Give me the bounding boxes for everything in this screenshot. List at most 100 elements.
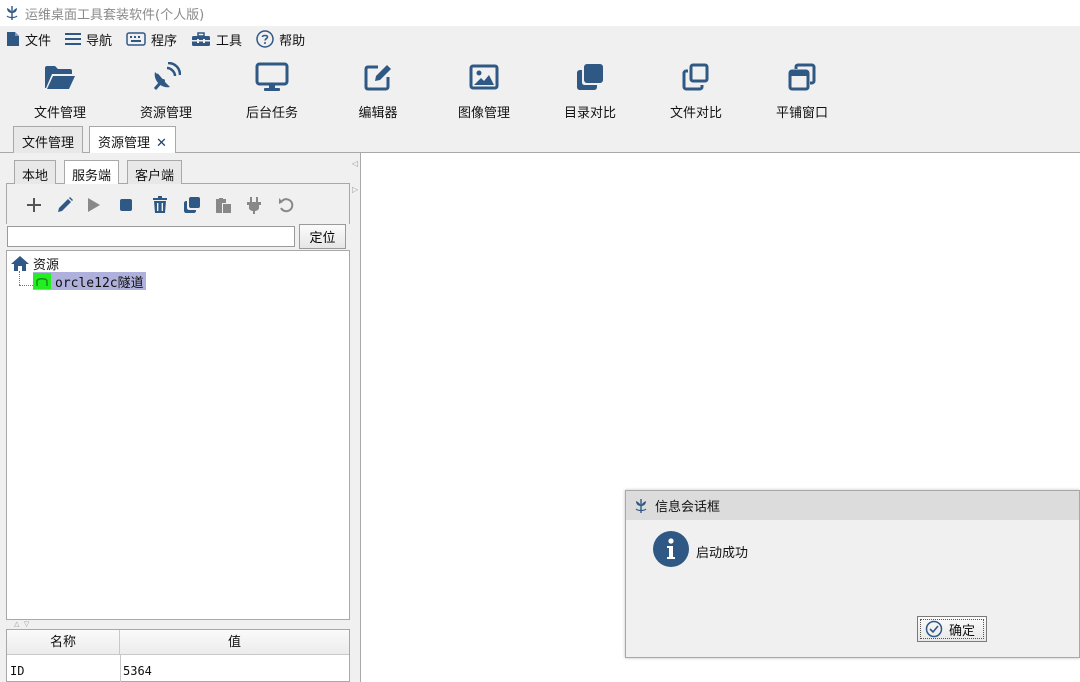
copy-icon	[184, 197, 200, 213]
menu-tools-label: 工具	[216, 33, 243, 49]
close-tab-icon[interactable]: ✕	[156, 136, 167, 151]
window-restore-icon	[788, 63, 816, 91]
property-name: ID	[10, 664, 25, 678]
toolbar-file-manager-label: 文件管理	[33, 106, 86, 121]
main-toolbar: 文件管理 资源管理 后台任务 编辑器 图像管理 目录对比 文件对比 平铺窗口	[0, 52, 1080, 124]
dialog-ok-label: 确定	[949, 623, 976, 639]
copy-button[interactable]	[181, 194, 203, 216]
window-title: 运维桌面工具套装软件(个人版)	[25, 7, 205, 23]
toolbar-resource-manager-label: 资源管理	[139, 106, 192, 121]
tab-resource-manager-label: 资源管理	[98, 136, 151, 151]
menu-program-label: 程序	[151, 33, 178, 49]
edit-icon	[58, 197, 73, 212]
dialog-message: 启动成功	[696, 546, 749, 561]
toolbar-file-compare-label: 文件对比	[669, 106, 722, 121]
help-icon	[256, 30, 274, 48]
search-row: 定位	[6, 224, 350, 250]
menu-navigate[interactable]: 导航	[65, 30, 112, 49]
resource-search-input[interactable]	[7, 226, 295, 247]
connect-button[interactable]	[243, 194, 265, 216]
tab-server[interactable]: 服务端	[64, 160, 120, 185]
start-button[interactable]	[83, 194, 105, 216]
toolbar-image-manager-button[interactable]: 图像管理	[439, 60, 529, 121]
add-icon	[27, 198, 41, 212]
check-circle-icon	[925, 620, 943, 638]
home-icon	[11, 256, 29, 271]
tab-resource-manager[interactable]: 资源管理 ✕	[89, 126, 176, 154]
split-handle[interactable]: △ ▽	[6, 620, 350, 629]
toolbar-editor-label: 编辑器	[358, 106, 398, 121]
monitor-icon	[255, 62, 289, 91]
delete-button[interactable]	[149, 194, 171, 216]
stop-button[interactable]	[115, 194, 137, 216]
folder-open-icon	[45, 66, 75, 89]
tab-client-label: 客户端	[135, 169, 175, 184]
plug-icon	[247, 197, 261, 214]
collapse-left-icon[interactable]: ◁	[352, 159, 358, 168]
toolbar-tile-windows-label: 平铺窗口	[775, 106, 828, 121]
edit-resource-button[interactable]	[54, 194, 76, 216]
refresh-button[interactable]	[275, 194, 297, 216]
locate-button[interactable]: 定位	[299, 224, 346, 249]
menu-file-label: 文件	[25, 33, 52, 49]
properties-table: 名称 值 ID 5364	[6, 629, 350, 682]
paste-button[interactable]	[212, 194, 234, 216]
tab-client[interactable]: 客户端	[127, 160, 183, 184]
keyboard-icon	[126, 32, 146, 46]
copy-filled-icon	[577, 64, 603, 90]
tab-local-label: 本地	[22, 169, 49, 184]
toolbox-icon	[192, 31, 211, 46]
menu-tools[interactable]: 工具	[191, 30, 242, 49]
paste-icon	[216, 198, 231, 213]
menu-program[interactable]: 程序	[126, 30, 177, 49]
tree-connector	[19, 285, 33, 286]
table-row[interactable]: ID 5364	[7, 655, 349, 682]
tree-connector	[19, 271, 20, 285]
column-header-name[interactable]: 名称	[7, 630, 120, 655]
info-dialog: 信息会话框 启动成功 确定	[625, 490, 1080, 658]
toolbar-background-tasks-label: 后台任务	[245, 106, 298, 121]
dialog-titlebar[interactable]: 信息会话框	[626, 491, 1079, 520]
window-titlebar: 运维桌面工具套装软件(个人版)	[0, 0, 1080, 26]
stop-icon	[120, 199, 132, 211]
info-icon	[653, 531, 689, 567]
toolbar-file-compare-button[interactable]: 文件对比	[651, 60, 741, 121]
menu-help[interactable]: 帮助	[256, 30, 305, 49]
tab-file-manager-label: 文件管理	[22, 136, 75, 151]
satellite-dish-icon	[153, 62, 181, 90]
tab-server-label: 服务端	[72, 169, 112, 184]
resource-tree: 资源 orcle12c隧道	[6, 250, 350, 620]
document-tabs: 文件管理 资源管理 ✕	[0, 124, 1080, 154]
properties-header: 名称 值	[7, 630, 349, 655]
expand-right-icon[interactable]: ▷	[352, 185, 358, 194]
tree-item-tunnel[interactable]: orcle12c隧道	[33, 272, 146, 291]
tree-root-label: 资源	[33, 258, 60, 273]
menu-navigate-label: 导航	[86, 33, 113, 49]
column-header-value[interactable]: 值	[120, 630, 349, 655]
panel-collapse-strip[interactable]: ◁ ▷	[350, 153, 361, 682]
dialog-ok-button[interactable]: 确定	[917, 616, 987, 642]
tab-local[interactable]: 本地	[14, 160, 57, 184]
app-logo-icon	[635, 498, 647, 513]
toolbar-editor-button[interactable]: 编辑器	[333, 60, 423, 121]
play-icon	[88, 198, 100, 212]
add-button[interactable]	[23, 194, 45, 216]
toolbar-background-tasks-button[interactable]: 后台任务	[227, 60, 317, 121]
resource-scope-tabs: 本地 服务端 客户端	[6, 156, 350, 185]
app-logo-icon	[6, 5, 18, 20]
toolbar-dir-compare-button[interactable]: 目录对比	[545, 60, 635, 121]
toolbar-dir-compare-label: 目录对比	[563, 106, 616, 121]
menu-bar: 文件 导航 程序 工具 帮助	[0, 26, 1080, 52]
tab-file-manager[interactable]: 文件管理	[13, 126, 84, 153]
tree-root-resources[interactable]: 资源	[10, 254, 59, 273]
toolbar-resource-manager-button[interactable]: 资源管理	[121, 60, 211, 121]
tunnel-icon	[33, 273, 51, 289]
toolbar-tile-windows-button[interactable]: 平铺窗口	[757, 60, 847, 121]
trash-icon	[153, 196, 167, 213]
resource-panel: 本地 服务端 客户端 定位 资源 orcle12c隧道 △ ▽ 名称 值 ID …	[0, 153, 350, 682]
file-icon	[7, 32, 19, 46]
image-icon	[469, 64, 499, 90]
menu-file[interactable]: 文件	[6, 30, 51, 49]
tree-item-tunnel-label: orcle12c隧道	[55, 275, 144, 291]
toolbar-file-manager-button[interactable]: 文件管理	[15, 60, 105, 121]
